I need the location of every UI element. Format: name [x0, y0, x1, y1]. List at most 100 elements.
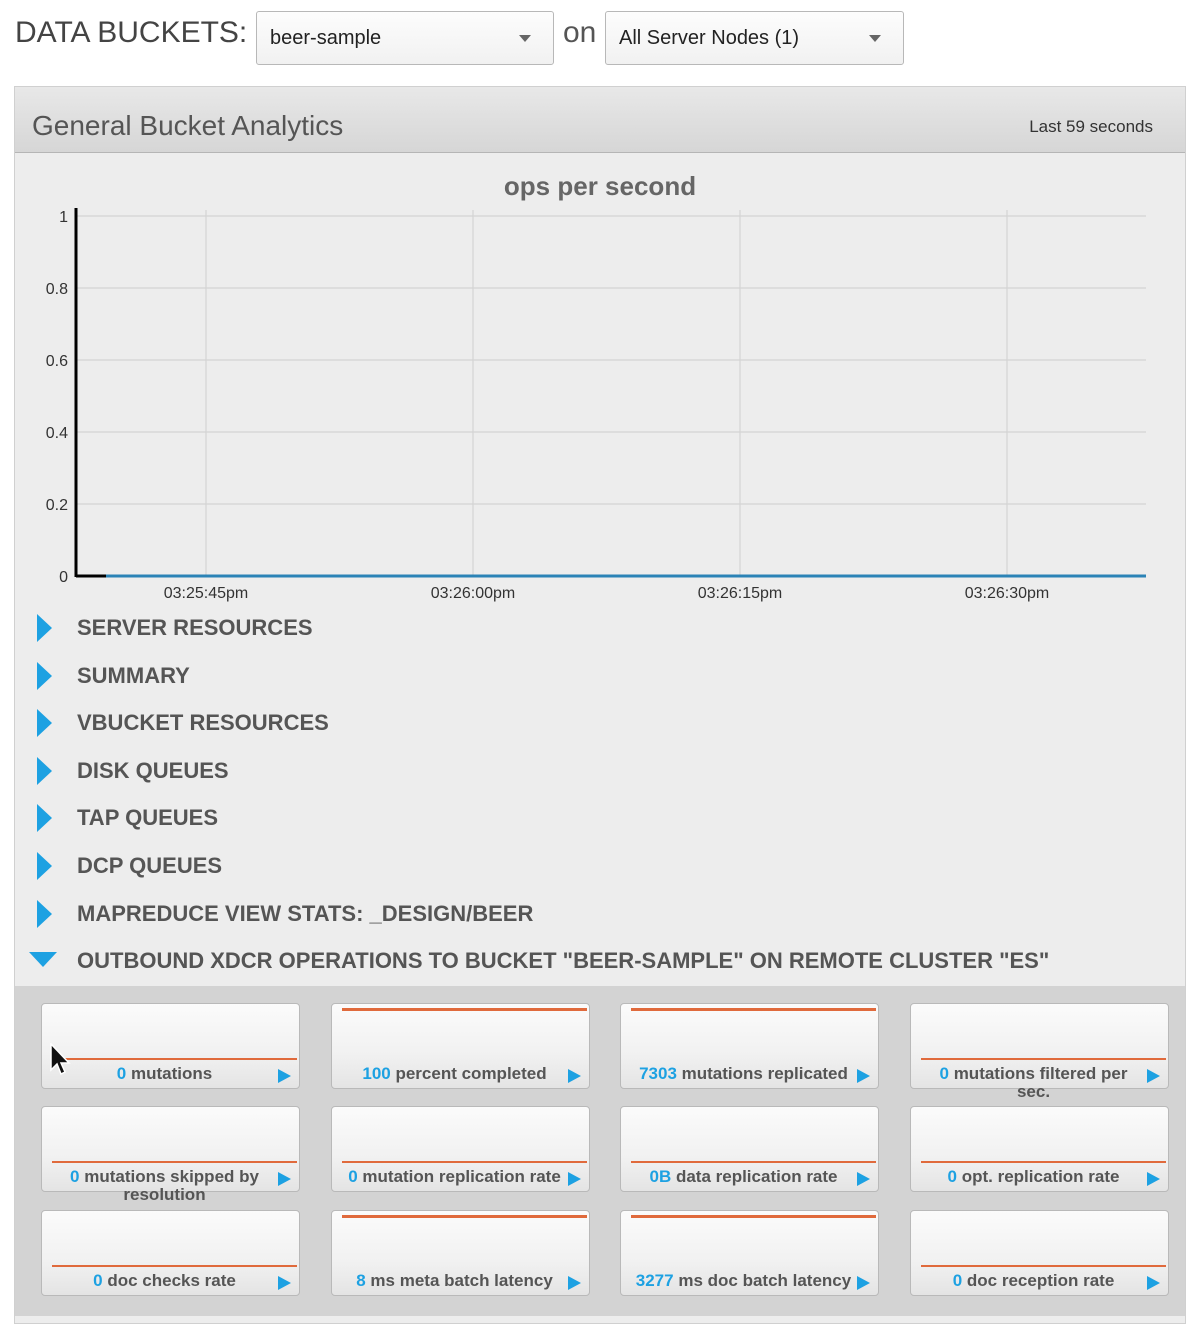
stat-tile[interactable]: 0 doc checks rate — [41, 1210, 300, 1296]
server-nodes-select[interactable]: All Server Nodes (1) — [605, 11, 904, 65]
play-arrow-icon[interactable] — [1147, 1172, 1160, 1186]
section-toggle-8[interactable]: OUTBOUND XDCR OPERATIONS TO BUCKET "BEER… — [29, 940, 1135, 980]
stat-text: mutations replicated — [681, 1065, 848, 1083]
play-arrow-icon[interactable] — [1147, 1276, 1160, 1290]
y-tick-label: 0 — [59, 569, 68, 586]
section-label: SERVER RESOURCES — [77, 615, 313, 640]
y-axis-ticks: 0 0.2 0.4 0.6 0.8 1 — [46, 209, 68, 586]
stat-tile[interactable]: 0 mutations — [41, 1003, 300, 1089]
stat-text: ms doc batch latency — [678, 1272, 852, 1290]
section-toggle-3[interactable]: VBUCKET RESOURCES — [35, 702, 1135, 742]
section-toggle-4[interactable]: DISK QUEUES — [35, 750, 1135, 790]
section-label: MAPREDUCE VIEW STATS: _DESIGN/BEER — [77, 900, 534, 926]
bucket-toolbar: DATA BUCKETS: beer-sample on All Server … — [0, 0, 1196, 80]
play-arrow-icon[interactable] — [857, 1172, 870, 1186]
triangle-right-icon[interactable] — [37, 756, 52, 785]
sparkline — [631, 1161, 876, 1163]
triangle-right-icon[interactable] — [37, 614, 52, 642]
stat-text: doc reception rate — [966, 1272, 1115, 1290]
sparkline — [921, 1265, 1166, 1267]
x-tick-label: 03:26:00pm — [431, 585, 516, 602]
sparkline — [921, 1161, 1166, 1163]
bucket-select-value: beer-sample — [270, 27, 382, 49]
stat-label: 0 mutations — [52, 1065, 277, 1083]
stat-tile[interactable]: 0 mutations skipped by resolution — [41, 1106, 300, 1204]
x-tick-label: 03:25:45pm — [164, 585, 249, 602]
triangle-right-icon[interactable] — [37, 899, 52, 928]
section-label: DCP QUEUES — [77, 853, 223, 878]
triangle-right-icon[interactable] — [37, 661, 52, 690]
stat-tile[interactable]: 3277 ms doc batch latency — [620, 1210, 879, 1296]
stat-value: 0 — [116, 1065, 127, 1083]
x-axis-ticks: 03:25:45pm 03:26:00pm 03:26:15pm 03:26:30pm — [164, 585, 1050, 602]
play-arrow-icon[interactable] — [278, 1276, 291, 1290]
on-label: on — [563, 16, 597, 49]
play-arrow-icon[interactable] — [1147, 1069, 1160, 1083]
stat-text: opt. replication rate — [961, 1168, 1120, 1186]
section-toggle-6[interactable]: DCP QUEUES — [35, 845, 1135, 885]
play-arrow-icon[interactable] — [278, 1172, 291, 1186]
stat-label: 7303 mutations replicated — [631, 1065, 856, 1083]
chart-grid — [76, 210, 1146, 578]
xdcr-stats-tiles: 0 mutations 100 percent completed 7303 mut… — [15, 986, 1185, 1316]
stat-text: mutations — [130, 1065, 213, 1083]
y-tick-label: 0.6 — [46, 353, 68, 370]
section-toggle-1[interactable]: SERVER RESOURCES — [35, 607, 1135, 647]
section-label: VBUCKET RESOURCES — [77, 710, 329, 736]
sparkline — [921, 1058, 1166, 1060]
analytics-panel: General Bucket Analytics Last 59 seconds… — [14, 86, 1186, 1324]
stat-tile[interactable]: 0 mutation replication rate — [331, 1106, 590, 1192]
stat-text: ms meta batch latency — [370, 1272, 553, 1290]
stat-text: mutations filtered per sec. — [953, 1064, 1128, 1101]
chevron-down-icon — [869, 35, 881, 42]
stat-label: 3277 ms doc batch latency — [631, 1272, 856, 1290]
stat-tile[interactable]: 8 ms meta batch latency — [331, 1210, 590, 1296]
section-toggle-2[interactable]: SUMMARY — [35, 655, 1135, 695]
stat-value: 7303 — [639, 1065, 677, 1083]
stat-value: 0 — [93, 1272, 103, 1290]
stat-text: mutations skipped by resolution — [84, 1167, 259, 1204]
stat-value: 100 — [362, 1065, 391, 1083]
play-arrow-icon[interactable] — [568, 1276, 581, 1290]
stat-text: percent completed — [395, 1065, 547, 1083]
y-tick-label: 1 — [59, 209, 68, 226]
stat-value: 0 — [70, 1167, 80, 1186]
stat-label: 100 percent completed — [342, 1065, 567, 1083]
play-arrow-icon[interactable] — [857, 1069, 870, 1083]
server-nodes-select-value: All Server Nodes (1) — [619, 27, 800, 49]
section-label: TAP QUEUES — [77, 805, 218, 831]
triangle-right-icon[interactable] — [37, 709, 52, 738]
stat-label: 0 doc checks rate — [52, 1272, 277, 1290]
y-tick-label: 0.2 — [46, 497, 68, 514]
stat-tile[interactable]: 0 mutations filtered per sec. — [910, 1003, 1169, 1101]
stat-value: 3277 — [635, 1272, 674, 1290]
sparkline — [631, 1215, 876, 1218]
section-toggle-7[interactable]: MAPREDUCE VIEW STATS: _DESIGN/BEER — [35, 893, 1135, 933]
stat-tile[interactable]: 0 doc reception rate — [910, 1210, 1169, 1296]
stat-value: 0 — [947, 1168, 957, 1186]
section-label: DISK QUEUES — [77, 757, 229, 783]
stat-tile[interactable]: 0B data replication rate — [620, 1106, 879, 1192]
play-arrow-icon[interactable] — [568, 1172, 581, 1186]
panel-header: General Bucket Analytics Last 59 seconds — [15, 87, 1185, 153]
play-arrow-icon[interactable] — [857, 1276, 870, 1290]
stat-tile[interactable]: 100 percent completed — [331, 1003, 590, 1089]
stat-tile[interactable]: 7303 mutations replicated — [620, 1003, 879, 1089]
stat-tile[interactable]: 0 opt. replication rate — [910, 1106, 1169, 1192]
play-arrow-icon[interactable] — [568, 1069, 581, 1083]
triangle-right-icon[interactable] — [37, 804, 52, 833]
stat-text: data replication rate — [675, 1168, 838, 1186]
section-label: SUMMARY — [77, 662, 190, 688]
panel-title: General Bucket Analytics — [32, 110, 344, 141]
sparkline — [342, 1215, 587, 1218]
triangle-down-icon[interactable] — [29, 952, 57, 968]
stat-label: 8 ms meta batch latency — [342, 1272, 567, 1290]
section-toggle-5[interactable]: TAP QUEUES — [35, 797, 1135, 837]
sparkline — [342, 1008, 587, 1011]
chevron-down-icon — [519, 35, 531, 42]
stat-label: 0 mutation replication rate — [342, 1168, 567, 1186]
play-arrow-icon[interactable] — [278, 1069, 291, 1083]
chart-title: ops per second — [504, 171, 696, 201]
triangle-right-icon[interactable] — [37, 852, 52, 880]
bucket-select[interactable]: beer-sample — [256, 11, 554, 65]
